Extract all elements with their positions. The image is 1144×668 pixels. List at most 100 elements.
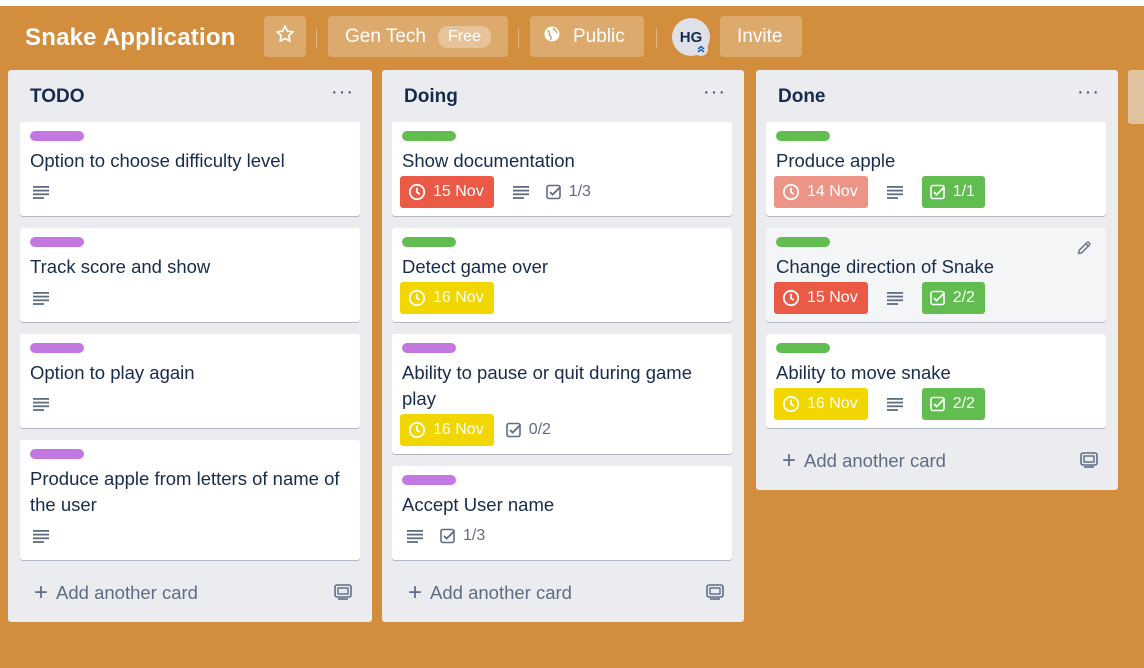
board-header: Snake Application Gen Tech Free Public H…: [0, 6, 1144, 66]
description-icon: [882, 176, 908, 208]
due-date-badge[interactable]: 16 Nov: [774, 388, 868, 420]
card-label-green[interactable]: [402, 237, 456, 247]
add-card-button[interactable]: + Add another card: [782, 447, 946, 474]
plus-icon: +: [782, 447, 797, 474]
card-template-icon[interactable]: [1080, 452, 1098, 473]
card-template-icon[interactable]: [706, 584, 724, 605]
due-date-text: 14 Nov: [807, 183, 858, 200]
card-title: Detect game over: [402, 256, 549, 277]
card[interactable]: Show documentation 15 Nov 1/3: [392, 122, 732, 216]
due-date-badge[interactable]: 15 Nov: [400, 176, 494, 208]
description-icon: [28, 176, 54, 208]
add-card-button[interactable]: + Add another card: [408, 579, 572, 606]
invite-button[interactable]: Invite: [720, 16, 802, 57]
checklist-badge: 1/3: [542, 176, 595, 208]
card[interactable]: Track score and show: [20, 228, 360, 322]
card-title: Track score and show: [30, 256, 211, 277]
add-card-label: Add another card: [56, 582, 198, 603]
checklist-badge: 0/2: [502, 414, 555, 446]
checklist-icon: [440, 528, 456, 544]
more-icon[interactable]: ···: [1077, 82, 1100, 102]
checklist-count: 2/2: [952, 395, 975, 412]
due-date-text: 15 Nov: [807, 289, 858, 306]
list-title[interactable]: Doing: [404, 86, 458, 108]
card[interactable]: Ability to move snake 16 Nov 2/2: [766, 334, 1106, 428]
description-icon: [28, 520, 54, 552]
due-date-badge[interactable]: 14 Nov: [774, 176, 868, 208]
clock-icon: [408, 421, 426, 439]
card-title: Ability to pause or quit during game pla…: [402, 362, 693, 409]
card-title: Produce apple from letters of name of th…: [30, 468, 340, 515]
due-date-badge[interactable]: 16 Nov: [400, 282, 494, 314]
card-label-purple[interactable]: [30, 343, 84, 353]
globe-icon: [543, 25, 573, 49]
clock-icon: [782, 395, 800, 413]
plan-badge: Free: [437, 25, 491, 48]
checklist-icon: [929, 396, 945, 412]
card-label-purple[interactable]: [30, 449, 84, 459]
description-icon: [508, 176, 534, 208]
card-label-green[interactable]: [402, 131, 456, 141]
checklist-badge: 2/2: [921, 388, 985, 420]
card-title: Change direction of Snake: [776, 256, 995, 277]
description-icon: [882, 388, 908, 420]
due-date-text: 16 Nov: [807, 395, 858, 412]
card-label-purple[interactable]: [402, 475, 456, 485]
star-board-button[interactable]: [264, 16, 306, 57]
add-card-label: Add another card: [804, 450, 946, 471]
due-date-text: 16 Nov: [433, 289, 484, 306]
more-icon[interactable]: ···: [331, 82, 354, 102]
card-label-green[interactable]: [776, 343, 830, 353]
checklist-count: 1/3: [463, 527, 486, 544]
list-title[interactable]: TODO: [30, 86, 85, 108]
card[interactable]: Ability to pause or quit during game pla…: [392, 334, 732, 454]
card[interactable]: Change direction of Snake 15 Nov 2/2: [766, 228, 1106, 322]
card-label-purple[interactable]: [402, 343, 456, 353]
card[interactable]: Detect game over 16 Nov: [392, 228, 732, 322]
plus-icon: +: [408, 579, 423, 606]
card-title: Accept User name: [402, 494, 555, 515]
description-icon: [402, 520, 428, 552]
card-label-green[interactable]: [776, 131, 830, 141]
due-date-text: 15 Nov: [433, 183, 484, 200]
add-list-panel[interactable]: [1128, 70, 1144, 124]
due-date-badge[interactable]: 16 Nov: [400, 414, 494, 446]
card[interactable]: Produce apple 14 Nov 1/1: [766, 122, 1106, 216]
card[interactable]: Option to choose difficulty level: [20, 122, 360, 216]
plus-icon: +: [34, 579, 49, 606]
checklist-icon: [929, 290, 945, 306]
visibility-button[interactable]: Public: [530, 16, 644, 57]
clock-icon: [408, 183, 426, 201]
clock-icon: [782, 289, 800, 307]
card-label-purple[interactable]: [30, 237, 84, 247]
card[interactable]: Produce apple from letters of name of th…: [20, 440, 360, 560]
card-label-green[interactable]: [776, 237, 830, 247]
board-title[interactable]: Snake Application: [25, 24, 236, 52]
due-date-text: 16 Nov: [433, 421, 484, 438]
checklist-icon: [505, 422, 521, 438]
more-icon[interactable]: ···: [703, 82, 726, 102]
checklist-count: 0/2: [528, 421, 551, 438]
list-title[interactable]: Done: [778, 86, 826, 108]
card[interactable]: Option to play again: [20, 334, 360, 428]
card-title: Ability to move snake: [776, 362, 951, 383]
clock-icon: [782, 183, 800, 201]
card-template-icon[interactable]: [334, 584, 352, 605]
card-title: Option to choose difficulty level: [30, 150, 285, 171]
header-divider: [518, 28, 519, 48]
clock-icon: [408, 289, 426, 307]
card[interactable]: Accept User name 1/3: [392, 466, 732, 560]
card-title: Show documentation: [402, 150, 575, 171]
checklist-badge: 1/1: [921, 176, 985, 208]
star-icon: [275, 24, 295, 50]
add-card-button[interactable]: + Add another card: [34, 579, 198, 606]
list-todo: TODO ··· Option to choose difficulty lev…: [8, 70, 372, 622]
list-doing: Doing ··· Show documentation 15 Nov 1/3 …: [382, 70, 744, 622]
description-icon: [882, 282, 908, 314]
header-divider: [656, 28, 657, 48]
card-title: Produce apple: [776, 150, 896, 171]
card-label-purple[interactable]: [30, 131, 84, 141]
description-icon: [28, 388, 54, 420]
team-button[interactable]: Gen Tech Free: [328, 16, 508, 57]
due-date-badge[interactable]: 15 Nov: [774, 282, 868, 314]
